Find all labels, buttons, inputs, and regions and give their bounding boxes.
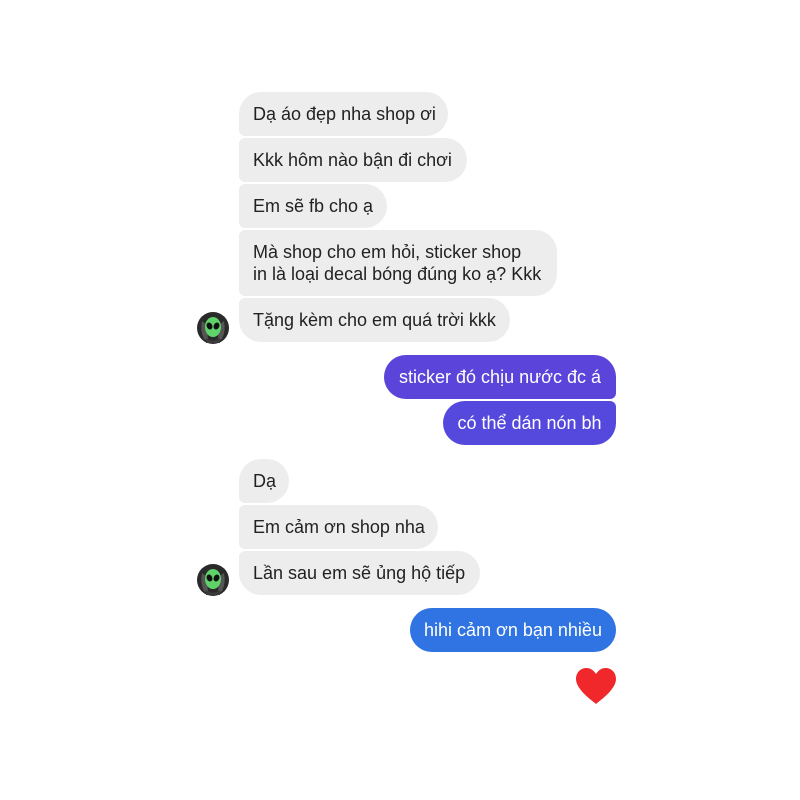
message-text: Tặng kèm cho em quá trời kkk [253, 310, 496, 330]
incoming-message[interactable]: Kkk hôm nào bận đi chơi [239, 138, 467, 182]
incoming-message[interactable]: Em sẽ fb cho ạ [239, 184, 387, 228]
message-text: Dạ [253, 471, 277, 491]
alien-avatar-icon[interactable] [196, 311, 230, 345]
message-text: Em sẽ fb cho ạ [253, 196, 374, 216]
outgoing-message[interactable]: có thể dán nón bh [443, 401, 616, 445]
incoming-message[interactable]: Tặng kèm cho em quá trời kkk [239, 298, 510, 342]
message-text-line: Mà shop cho em hỏi, sticker shop [253, 242, 522, 262]
message-text: Lần sau em sẽ ủng hộ tiếp [253, 563, 466, 583]
message-text: hihi cảm ơn bạn nhiều [424, 620, 602, 640]
message-text-line: in là loại decal bóng đúng ko ạ? Kkk [253, 264, 542, 284]
message-text: Dạ áo đẹp nha shop ơi [253, 104, 436, 124]
outgoing-message[interactable]: hihi cảm ơn bạn nhiều [410, 608, 616, 652]
message-text: Em cảm ơn shop nha [253, 517, 425, 537]
alien-avatar-icon[interactable] [196, 563, 230, 597]
incoming-message[interactable]: Dạ [239, 459, 289, 503]
message-text: Kkk hôm nào bận đi chơi [253, 150, 452, 170]
incoming-message[interactable]: Mà shop cho em hỏi, sticker shop in là l… [239, 230, 557, 296]
message-text: có thể dán nón bh [457, 413, 602, 433]
message-text: sticker đó chịu nước đc á [399, 367, 601, 387]
heart-icon[interactable] [574, 666, 618, 706]
outgoing-message[interactable]: sticker đó chịu nước đc á [384, 355, 616, 399]
incoming-message[interactable]: Lần sau em sẽ ủng hộ tiếp [239, 551, 480, 595]
incoming-message[interactable]: Dạ áo đẹp nha shop ơi [239, 92, 448, 136]
incoming-message[interactable]: Em cảm ơn shop nha [239, 505, 438, 549]
